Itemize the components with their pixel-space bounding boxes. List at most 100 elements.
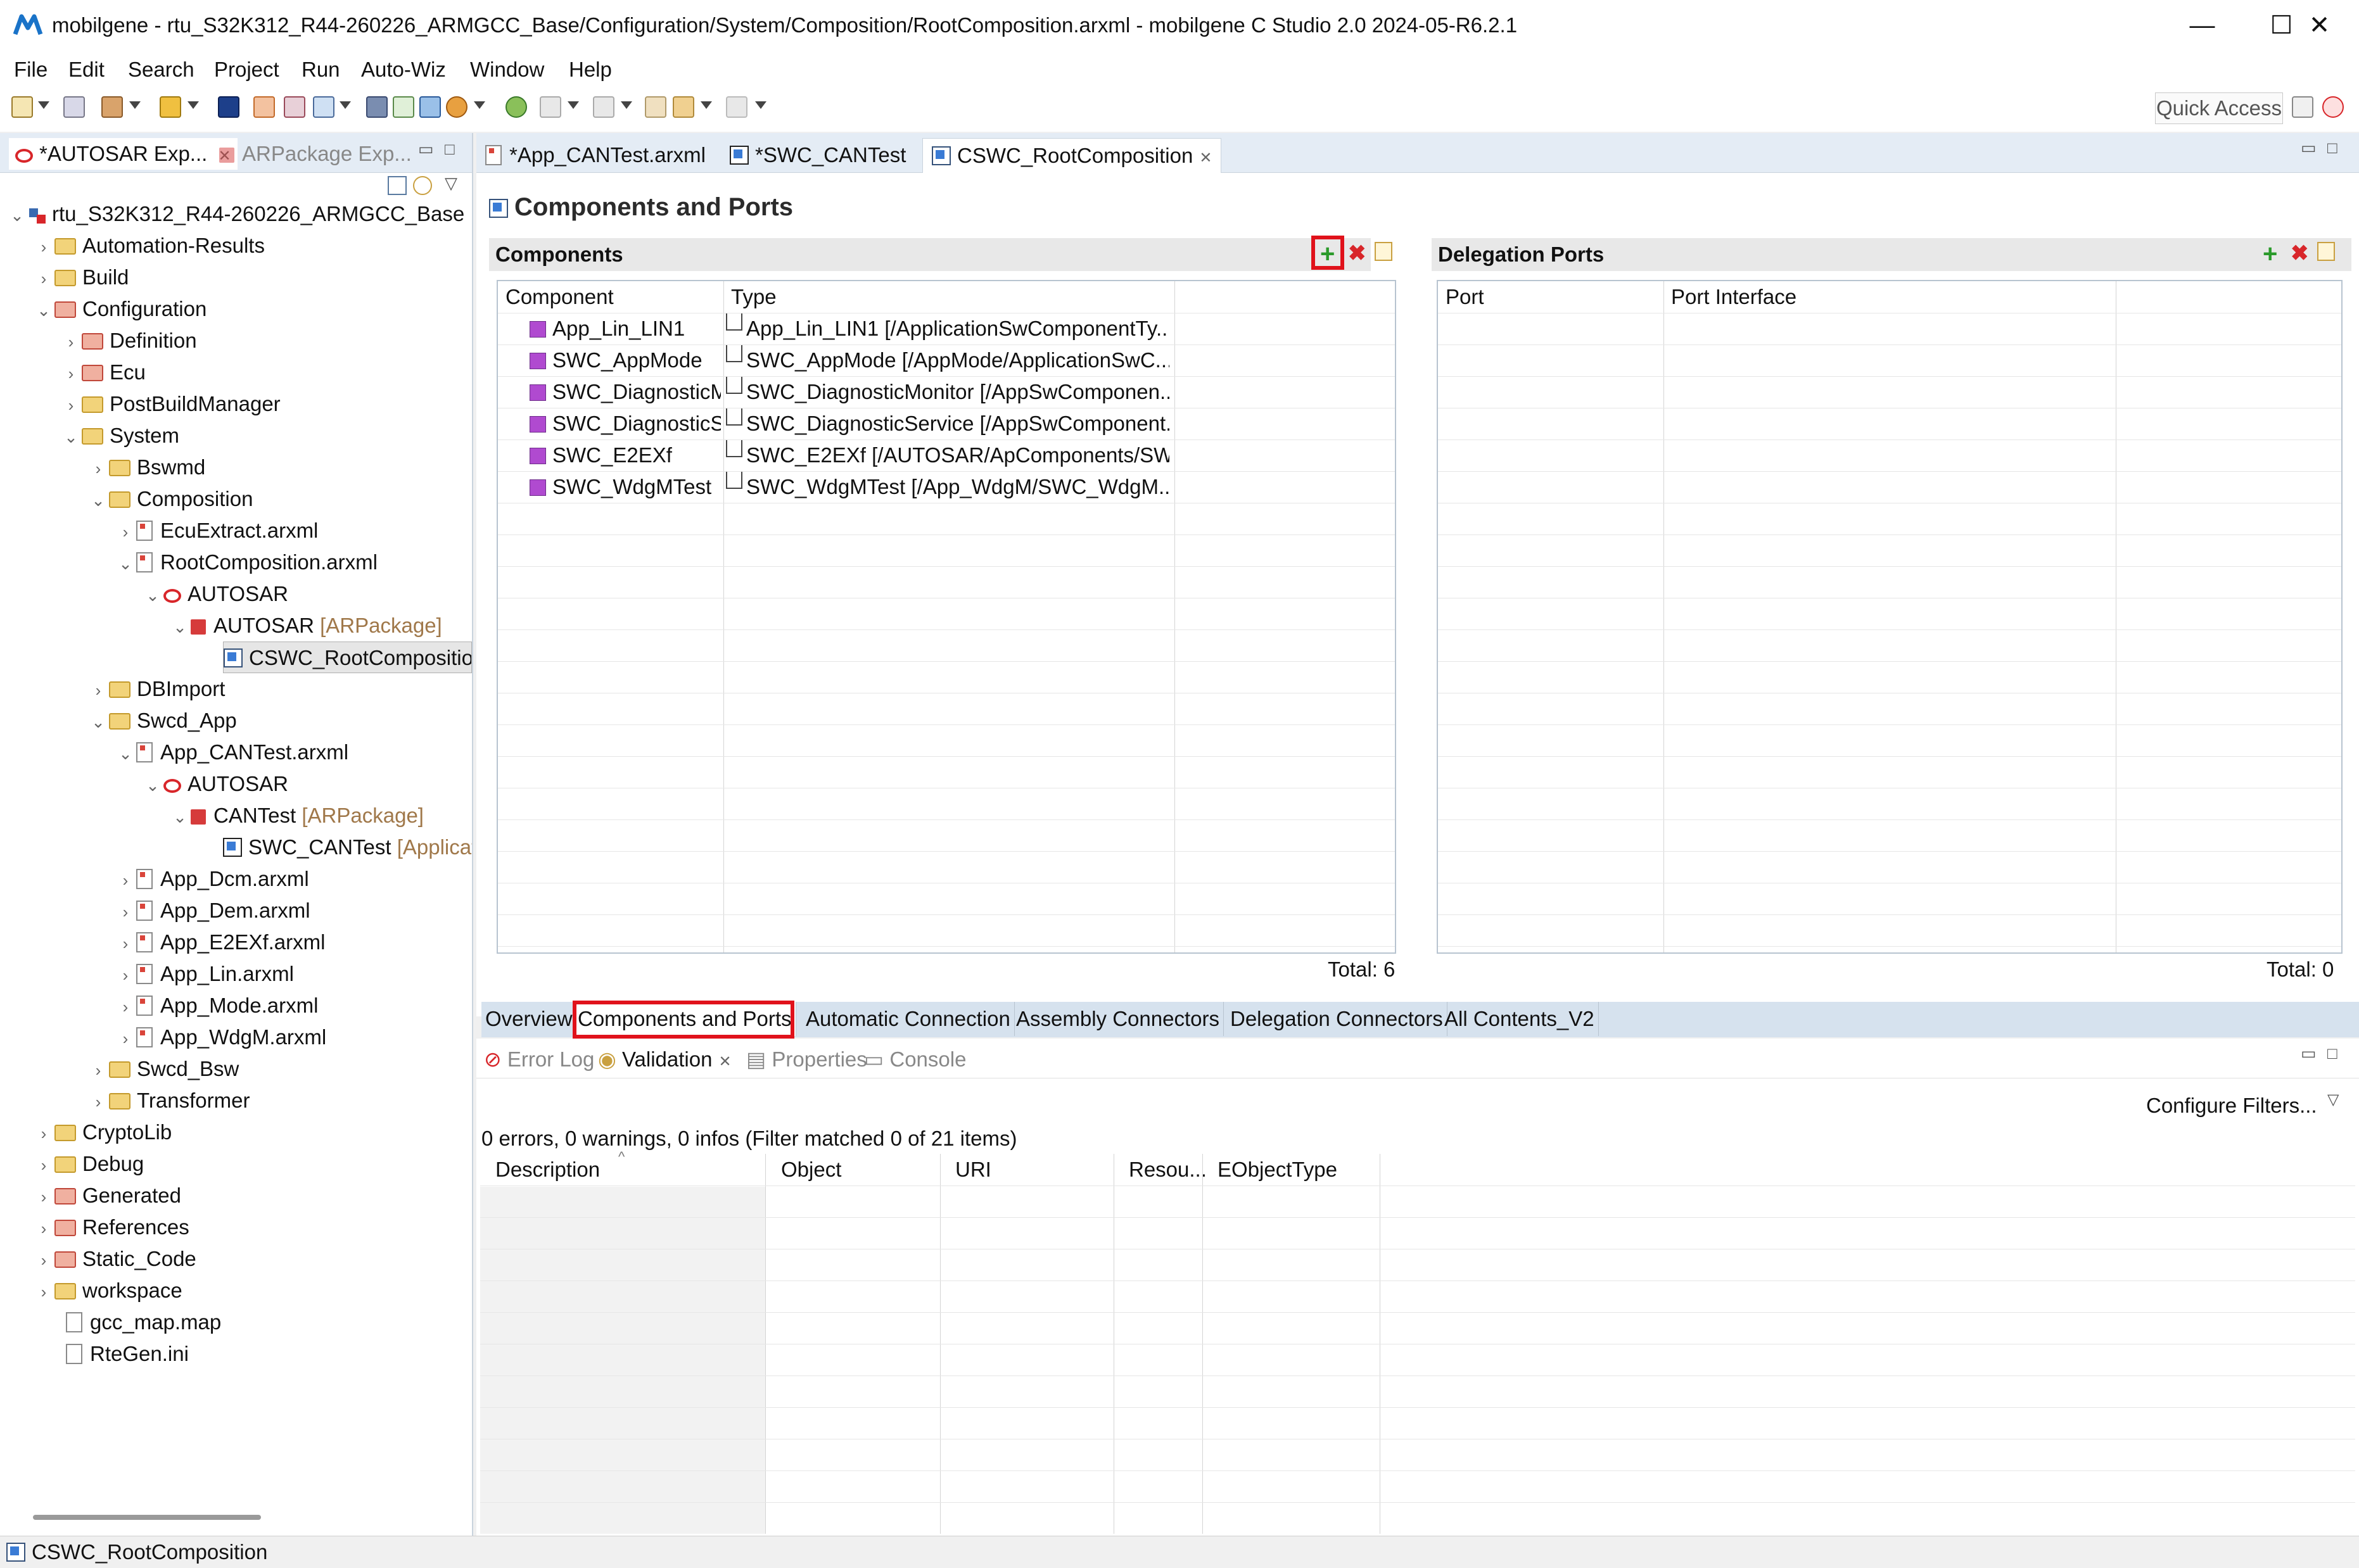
collapse-all-icon[interactable] — [388, 176, 407, 195]
menu-project[interactable]: Project — [214, 56, 279, 84]
tree-item-static-code[interactable]: › Static_Code — [33, 1243, 196, 1275]
component-type-cell[interactable]: SWC_E2EXf [/AUTOSAR/ApComponents/SW... — [726, 439, 1169, 471]
view-menu-icon[interactable]: ▽ — [2327, 1091, 2339, 1109]
tab-swc-cantest[interactable]: *SWC_CANTest — [721, 138, 915, 172]
chevron-down-icon[interactable]: ⌄ — [87, 706, 109, 738]
new-dropdown-icon[interactable] — [38, 101, 49, 109]
tool-dropdown-icon[interactable] — [188, 101, 199, 109]
maximize-view-icon[interactable]: □ — [2327, 1044, 2337, 1063]
close-icon[interactable]: ✕ — [1199, 149, 1212, 167]
component-type-cell[interactable]: SWC_WdgMTest [/App_WdgM/SWC_WdgM... — [726, 471, 1169, 503]
tree-item-rtegen[interactable]: RteGen.ini — [66, 1338, 189, 1370]
component-type-cell[interactable]: App_Lin_LIN1 [/ApplicationSwComponentTy.… — [726, 313, 1169, 345]
tree-item-autosar-cantest[interactable]: ⌄ AUTOSAR — [142, 768, 288, 800]
chevron-down-icon[interactable]: ⌄ — [6, 199, 28, 231]
tree-item-ecuextract[interactable]: › EcuExtract.arxml — [115, 515, 319, 547]
tree-item-bswmd[interactable]: › Bswmd — [87, 452, 206, 484]
tree-item-swcd-bsw[interactable]: › Swcd_Bsw — [87, 1053, 239, 1085]
column-header-description[interactable]: Description — [488, 1154, 766, 1185]
last-edit-icon[interactable] — [645, 96, 666, 118]
chevron-down-icon[interactable]: ⌄ — [169, 611, 191, 643]
page-tab-overview[interactable]: Overview — [481, 1002, 577, 1036]
next-annotation-dropdown-icon[interactable] — [568, 101, 579, 109]
tab-properties[interactable]: ▤ Properties — [746, 1044, 867, 1075]
chevron-right-icon[interactable]: › — [87, 1054, 109, 1086]
edit-port-icon[interactable] — [2317, 242, 2335, 261]
component-name-cell[interactable]: SWC_AppMode — [530, 345, 721, 376]
chevron-down-icon[interactable]: ⌄ — [169, 801, 191, 833]
tree-item-references[interactable]: › References — [33, 1211, 189, 1243]
tree-item-project[interactable]: ⌄ rtu_S32K312_R44-260226_ARMGCC_Base — [6, 198, 464, 230]
chevron-right-icon[interactable]: › — [115, 928, 136, 959]
back-icon[interactable] — [673, 96, 694, 118]
tab-app-cantest[interactable]: *App_CANTest.arxml — [476, 138, 715, 172]
column-header-resource[interactable]: Resou... — [1121, 1154, 1210, 1185]
column-header-eobjecttype[interactable]: EObjectType — [1210, 1154, 1381, 1185]
page-tab-delegation-connectors[interactable]: Delegation Connectors — [1226, 1002, 1447, 1036]
grid-icon[interactable] — [366, 96, 388, 118]
tab-error-log[interactable]: ⊘ Error Log — [484, 1044, 594, 1075]
delete-component-icon[interactable]: ✖ — [1348, 241, 1366, 266]
menu-auto-wiz[interactable]: Auto-Wiz — [361, 56, 446, 84]
prev-annotation-icon[interactable] — [593, 96, 614, 118]
window-icon[interactable] — [393, 96, 414, 118]
menu-file[interactable]: File — [14, 56, 48, 84]
tree-item-cryptolib[interactable]: › CryptoLib — [33, 1116, 172, 1148]
component-name-cell[interactable]: SWC_WdgMTest — [530, 471, 721, 503]
terminal-icon[interactable] — [218, 96, 239, 118]
chevron-right-icon[interactable]: › — [33, 263, 54, 294]
chevron-down-icon[interactable]: ⌄ — [87, 484, 109, 516]
menu-window[interactable]: Window — [470, 56, 544, 84]
tree-item-autosar-root[interactable]: ⌄ AUTOSAR — [142, 578, 288, 610]
tree-item-app-e2exf[interactable]: › App_E2EXf.arxml — [115, 926, 326, 959]
chevron-right-icon[interactable]: › — [115, 864, 136, 896]
tree-item-debug[interactable]: › Debug — [33, 1148, 144, 1180]
next-annotation-icon[interactable] — [540, 96, 561, 118]
chevron-right-icon[interactable]: › — [115, 1023, 136, 1054]
chevron-right-icon[interactable]: › — [33, 1244, 54, 1276]
autosar-perspective-icon[interactable] — [2322, 96, 2344, 118]
open-perspective-icon[interactable] — [2292, 96, 2313, 118]
page-tab-all-contents-v2[interactable]: All Contents_V2 — [1440, 1002, 1599, 1036]
chevron-down-icon[interactable]: ⌄ — [60, 421, 82, 453]
edit-component-icon[interactable] — [1375, 242, 1392, 261]
chevron-down-icon[interactable]: ⌄ — [142, 769, 163, 801]
add-port-icon[interactable]: + — [2263, 241, 2277, 267]
configure-filters-button[interactable]: Configure Filters... — [2146, 1092, 2317, 1120]
chevron-down-icon[interactable]: ⌄ — [115, 738, 136, 769]
tree-item-app-wdgm[interactable]: › App_WdgM.arxml — [115, 1021, 327, 1054]
component-type-cell[interactable]: SWC_DiagnosticMonitor [/AppSwComponen... — [726, 376, 1169, 408]
tree-item-app-dcm[interactable]: › App_Dcm.arxml — [115, 863, 309, 895]
alert-icon[interactable] — [446, 96, 467, 118]
tree-item-composition[interactable]: ⌄ Composition — [87, 483, 253, 515]
component-name-cell[interactable]: SWC_E2EXf — [530, 439, 721, 471]
tree-item-build[interactable]: › Build — [33, 262, 129, 293]
chevron-right-icon[interactable]: › — [87, 453, 109, 484]
column-header-component[interactable]: Component — [498, 281, 723, 313]
quick-access-field[interactable]: Quick Access — [2155, 92, 2283, 124]
wizard-icon[interactable] — [253, 96, 275, 118]
minimize-button[interactable]: — — [2163, 0, 2242, 51]
chevron-down-icon[interactable]: ⌄ — [115, 548, 136, 579]
component-type-cell[interactable]: SWC_AppMode [/AppMode/ApplicationSwC... — [726, 345, 1169, 376]
chevron-right-icon[interactable]: › — [60, 389, 82, 421]
tree-item-app-cantest[interactable]: ⌄ App_CANTest.arxml — [115, 737, 348, 768]
view-menu-icon[interactable]: ▽ — [445, 174, 457, 193]
chevron-right-icon[interactable]: › — [33, 231, 54, 263]
component-name-cell[interactable]: SWC_DiagnosticSe — [530, 408, 721, 439]
cut-icon[interactable] — [419, 96, 441, 118]
tree-item-postbuildmanager[interactable]: › PostBuildManager — [60, 388, 281, 420]
tree-item-cswc-rootcomposition[interactable]: CSWC_RootCompositior — [223, 642, 472, 673]
chevron-right-icon[interactable]: › — [115, 959, 136, 991]
component-name-cell[interactable]: App_Lin_LIN1 — [530, 313, 721, 345]
menu-edit[interactable]: Edit — [68, 56, 105, 84]
chevron-right-icon[interactable]: › — [87, 674, 109, 706]
chevron-right-icon[interactable]: › — [87, 1086, 109, 1118]
tool-icon[interactable] — [160, 96, 181, 118]
import-dropdown-icon[interactable] — [340, 101, 351, 109]
page-tab-automatic-connection[interactable]: Automatic Connection — [802, 1002, 1015, 1036]
tree-item-autosar-package[interactable]: ⌄ AUTOSAR [ARPackage] — [169, 610, 442, 642]
tree-item-workspace[interactable]: › workspace — [33, 1275, 182, 1306]
minimize-view-icon[interactable]: ▭ — [2301, 1044, 2317, 1063]
column-header-object[interactable]: Object — [773, 1154, 944, 1185]
